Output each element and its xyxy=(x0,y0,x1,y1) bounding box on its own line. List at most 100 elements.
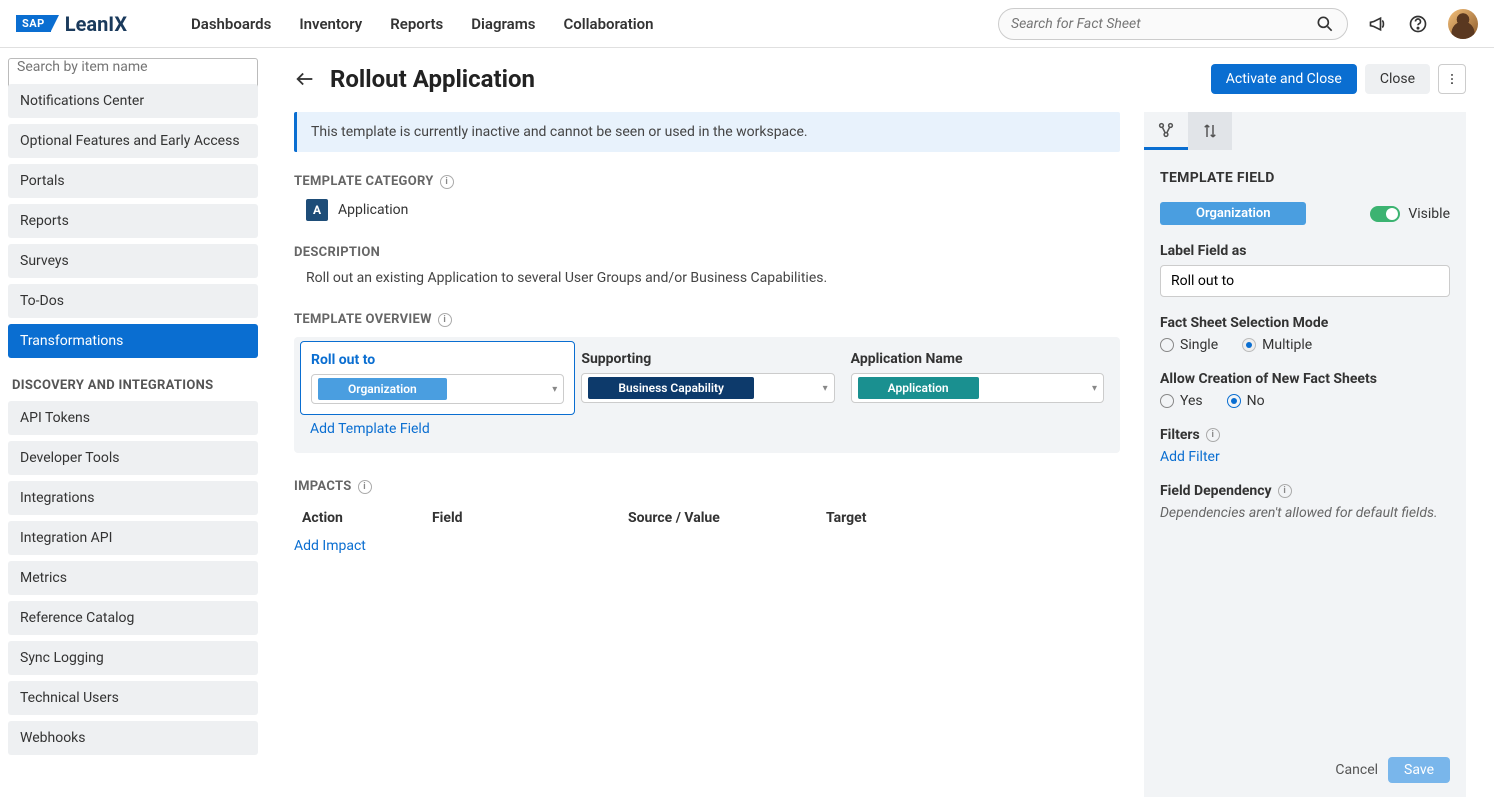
info-icon[interactable]: i xyxy=(440,175,454,189)
field-dependency-label-text: Field Dependency xyxy=(1160,483,1272,499)
right-panel-tab-sort[interactable] xyxy=(1188,112,1232,150)
sidebar-item-notifications[interactable]: Notifications Center xyxy=(8,84,258,118)
nav-inventory[interactable]: Inventory xyxy=(299,15,362,33)
overview-field-rollout[interactable]: Roll out to Organization ▾ xyxy=(300,341,575,415)
sidebar-item-webhooks[interactable]: Webhooks xyxy=(8,721,258,755)
label-field-as-input[interactable] xyxy=(1160,265,1450,297)
radio-no-label: No xyxy=(1247,393,1265,409)
close-button[interactable]: Close xyxy=(1365,64,1430,94)
right-panel-tabs xyxy=(1144,112,1466,150)
sidebar-item-sync-logging[interactable]: Sync Logging xyxy=(8,641,258,675)
radio-multiple[interactable]: Multiple xyxy=(1242,337,1312,353)
category-badge: A xyxy=(306,199,328,221)
sidebar-item-developer-tools[interactable]: Developer Tools xyxy=(8,441,258,475)
overview-field-label: Supporting xyxy=(581,351,834,367)
nav-dashboards[interactable]: Dashboards xyxy=(191,15,271,33)
impacts-label: IMPACTS i xyxy=(294,479,1120,494)
sidebar-item-todos[interactable]: To-Dos xyxy=(8,284,258,318)
save-button[interactable]: Save xyxy=(1388,757,1450,783)
nav-reports[interactable]: Reports xyxy=(390,15,443,33)
radio-yes-label: Yes xyxy=(1180,393,1203,409)
right-panel-body: TEMPLATE FIELD Organization Visible Labe… xyxy=(1144,150,1466,743)
page-title: Rollout Application xyxy=(330,65,535,93)
right-panel-title: TEMPLATE FIELD xyxy=(1160,170,1450,186)
visible-label: Visible xyxy=(1408,206,1450,222)
sidebar-item-reference-catalog[interactable]: Reference Catalog xyxy=(8,601,258,635)
info-icon[interactable]: i xyxy=(438,313,452,327)
sort-icon xyxy=(1201,122,1219,140)
radio-single[interactable]: Single xyxy=(1160,337,1218,353)
inactive-banner: This template is currently inactive and … xyxy=(294,112,1120,152)
sidebar-item-surveys[interactable]: Surveys xyxy=(8,244,258,278)
sidebar-item-technical-users[interactable]: Technical Users xyxy=(8,681,258,715)
filters-label: Filters i xyxy=(1160,427,1450,443)
overview-field-application-name[interactable]: Application Name Application ▾ xyxy=(851,351,1104,405)
allow-create-label: Allow Creation of New Fact Sheets xyxy=(1160,371,1450,387)
main-content: Rollout Application Activate and Close C… xyxy=(266,48,1494,797)
header-right xyxy=(998,8,1478,40)
sidebar-item-reports[interactable]: Reports xyxy=(8,204,258,238)
help-icon[interactable] xyxy=(1408,14,1428,34)
overview-field-select[interactable]: Business Capability ▾ xyxy=(581,373,834,403)
global-search[interactable] xyxy=(998,8,1348,40)
right-panel-tab-structure[interactable] xyxy=(1144,112,1188,150)
visible-toggle[interactable] xyxy=(1370,206,1400,222)
logo[interactable]: SAP LeanIX xyxy=(16,12,127,36)
global-search-input[interactable] xyxy=(1011,16,1315,32)
visible-toggle-wrap: Visible xyxy=(1370,206,1450,222)
sidebar-item-api-tokens[interactable]: API Tokens xyxy=(8,401,258,435)
overview-field-select[interactable]: Organization ▾ xyxy=(311,374,564,404)
radio-single-label: Single xyxy=(1180,337,1218,353)
cancel-button[interactable]: Cancel xyxy=(1335,757,1378,783)
logo-leanix-text: LeanIX xyxy=(65,12,127,36)
sidebar-search-input[interactable] xyxy=(17,59,249,75)
sidebar-item-integration-api[interactable]: Integration API xyxy=(8,521,258,555)
radio-dot xyxy=(1160,394,1174,408)
template-overview-label-text: TEMPLATE OVERVIEW xyxy=(294,312,432,327)
selection-mode-radios: Single Multiple xyxy=(1160,337,1450,353)
field-dependency-text: Dependencies aren't allowed for default … xyxy=(1160,505,1450,521)
overview-chip-business-capability: Business Capability xyxy=(588,377,754,399)
dots-vertical-icon xyxy=(1445,72,1459,86)
info-icon[interactable]: i xyxy=(1206,428,1220,442)
chevron-down-icon: ▾ xyxy=(1092,383,1097,394)
search-icon[interactable] xyxy=(1315,14,1335,34)
radio-yes[interactable]: Yes xyxy=(1160,393,1203,409)
add-filter-link[interactable]: Add Filter xyxy=(1160,449,1220,465)
radio-dot xyxy=(1160,338,1174,352)
logo-sap-badge: SAP xyxy=(16,15,51,32)
label-field-as-label: Label Field as xyxy=(1160,243,1450,259)
back-arrow-icon[interactable] xyxy=(294,68,316,90)
impacts-col-source: Source / Value xyxy=(628,510,826,526)
description-label: DESCRIPTION xyxy=(294,245,1120,260)
add-impact-link[interactable]: Add Impact xyxy=(294,538,1120,554)
sidebar-section-discovery: DISCOVERY AND INTEGRATIONS xyxy=(8,364,258,401)
sidebar-item-portals[interactable]: Portals xyxy=(8,164,258,198)
overview-field-select[interactable]: Application ▾ xyxy=(851,373,1104,403)
nav-collaboration[interactable]: Collaboration xyxy=(563,15,653,33)
category-row: A Application xyxy=(306,199,1120,221)
more-actions-button[interactable] xyxy=(1438,64,1466,94)
info-icon[interactable]: i xyxy=(1278,484,1292,498)
template-category-label: TEMPLATE CATEGORY i xyxy=(294,174,1120,189)
sidebar-item-optional-features[interactable]: Optional Features and Early Access xyxy=(8,124,258,158)
megaphone-icon[interactable] xyxy=(1368,14,1388,34)
add-template-field-link[interactable]: Add Template Field xyxy=(310,421,1104,437)
activate-and-close-button[interactable]: Activate and Close xyxy=(1211,64,1357,94)
right-panel-chip-organization: Organization xyxy=(1160,202,1306,225)
info-icon[interactable]: i xyxy=(358,480,372,494)
radio-dot xyxy=(1242,338,1256,352)
sidebar-item-transformations[interactable]: Transformations xyxy=(8,324,258,358)
user-avatar[interactable] xyxy=(1448,9,1478,39)
impacts-col-target: Target xyxy=(826,510,1112,526)
sidebar-item-metrics[interactable]: Metrics xyxy=(8,561,258,595)
radio-no[interactable]: No xyxy=(1227,393,1265,409)
category-name: Application xyxy=(338,202,408,218)
nav-diagrams[interactable]: Diagrams xyxy=(471,15,535,33)
impacts-table: Action Field Source / Value Target xyxy=(294,504,1120,532)
impacts-col-field: Field xyxy=(432,510,628,526)
overview-field-supporting[interactable]: Supporting Business Capability ▾ xyxy=(581,351,834,405)
sidebar-item-integrations[interactable]: Integrations xyxy=(8,481,258,515)
chevron-down-icon: ▾ xyxy=(823,383,828,394)
impacts-label-text: IMPACTS xyxy=(294,479,352,494)
